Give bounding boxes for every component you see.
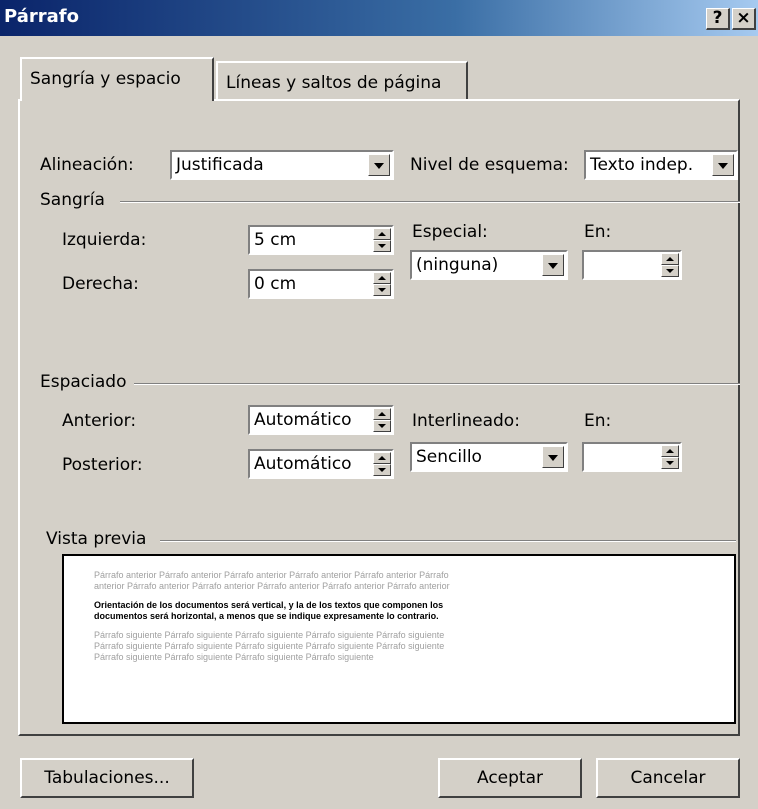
spacing-after-spinner[interactable] <box>373 452 391 476</box>
tab-indent-spacing[interactable]: Sangría y espacio <box>20 57 214 101</box>
spin-up-icon[interactable] <box>661 445 679 457</box>
alignment-label: Alineación: <box>40 155 134 175</box>
title-bar[interactable]: Párrafo ? × <box>0 0 758 36</box>
line-spacing-select[interactable]: Sencillo <box>410 442 568 472</box>
indent-group-label: Sangría <box>40 190 105 210</box>
indent-right-field[interactable]: 0 cm <box>248 269 394 299</box>
spin-down-icon[interactable] <box>661 457 679 469</box>
outline-level-label: Nivel de esquema: <box>410 155 569 175</box>
preview-next-paragraph: Párrafo siguiente Párrafo siguiente Párr… <box>94 630 694 663</box>
spin-up-icon[interactable] <box>661 253 679 265</box>
indent-left-spinner[interactable] <box>373 228 391 252</box>
spacing-before-label: Anterior: <box>62 411 137 431</box>
chevron-down-icon[interactable] <box>542 254 564 276</box>
preview-text-line: Párrafo siguiente Párrafo siguiente Párr… <box>94 630 445 640</box>
indent-by-spinner[interactable] <box>661 253 679 277</box>
tab-lines-page-breaks[interactable]: Líneas y saltos de página <box>216 61 468 101</box>
preview-current-paragraph: Orientación de los documentos será verti… <box>94 600 694 622</box>
spacing-after-field[interactable]: Automático <box>248 449 394 479</box>
spacing-after-label: Posterior: <box>62 455 143 475</box>
outline-level-value: Texto indep. <box>590 155 694 175</box>
indent-left-field[interactable]: 5 cm <box>248 225 394 255</box>
preview-previous-paragraph: Párrafo anterior Párrafo anterior Párraf… <box>94 570 694 592</box>
spacing-group-divider <box>134 383 740 385</box>
tabs-button[interactable]: Tabulaciones... <box>20 758 194 798</box>
spin-up-icon[interactable] <box>373 408 391 420</box>
spin-up-icon[interactable] <box>373 228 391 240</box>
preview-box: Párrafo anterior Párrafo anterior Párraf… <box>62 554 736 724</box>
special-label: Especial: <box>412 222 488 242</box>
alignment-select[interactable]: Justificada <box>170 150 394 180</box>
line-spacing-at-label: En: <box>584 411 612 431</box>
preview-text-line: Párrafo anterior Párrafo anterior Párraf… <box>94 570 449 580</box>
indent-left-label: Izquierda: <box>62 230 147 250</box>
alignment-value: Justificada <box>176 155 264 175</box>
line-spacing-at-field[interactable] <box>582 442 682 472</box>
chevron-down-icon[interactable] <box>712 154 734 176</box>
spin-down-icon[interactable] <box>373 464 391 476</box>
indent-by-field[interactable] <box>582 250 682 280</box>
ok-button[interactable]: Aceptar <box>438 758 582 798</box>
special-select[interactable]: (ninguna) <box>410 250 568 280</box>
help-button[interactable]: ? <box>706 8 730 30</box>
line-spacing-value: Sencillo <box>416 447 482 467</box>
preview-text-line: Párrafo siguiente Párrafo siguiente Párr… <box>94 652 374 662</box>
close-button[interactable]: × <box>732 8 756 30</box>
spacing-after-value: Automático <box>254 454 352 474</box>
preview-group-label: Vista previa <box>46 529 147 549</box>
tab-indent-spacing-label: Sangría y espacio <box>30 69 181 89</box>
preview-text-line: anterior Párrafo anterior Párrafo anteri… <box>94 581 450 591</box>
line-spacing-label: Interlineado: <box>412 411 520 431</box>
spin-down-icon[interactable] <box>661 265 679 277</box>
preview-text-line: Orientación de los documentos será verti… <box>94 600 444 610</box>
preview-text-line: Párrafo siguiente Párrafo siguiente Párr… <box>94 641 445 651</box>
spacing-group-label: Espaciado <box>40 372 127 392</box>
indent-right-spinner[interactable] <box>373 272 391 296</box>
indent-group-divider <box>120 201 740 203</box>
special-value: (ninguna) <box>416 255 499 275</box>
chevron-down-icon[interactable] <box>542 446 564 468</box>
spacing-before-field[interactable]: Automático <box>248 405 394 435</box>
spin-up-icon[interactable] <box>373 452 391 464</box>
spin-up-icon[interactable] <box>373 272 391 284</box>
spin-down-icon[interactable] <box>373 284 391 296</box>
preview-group-divider <box>160 540 736 542</box>
paragraph-dialog: Párrafo ? × Sangría y espacio Líneas y s… <box>0 0 758 809</box>
spacing-before-spinner[interactable] <box>373 408 391 432</box>
preview-text-line: documentos será horizontal, a menos que … <box>94 611 439 621</box>
spin-down-icon[interactable] <box>373 420 391 432</box>
line-spacing-at-spinner[interactable] <box>661 445 679 469</box>
indent-by-label: En: <box>584 222 612 242</box>
cancel-button[interactable]: Cancelar <box>596 758 740 798</box>
chevron-down-icon[interactable] <box>368 154 390 176</box>
outline-level-select[interactable]: Texto indep. <box>584 150 738 180</box>
dialog-title: Párrafo <box>4 6 79 27</box>
spin-down-icon[interactable] <box>373 240 391 252</box>
indent-left-value: 5 cm <box>254 230 297 250</box>
tab-lines-page-breaks-label: Líneas y saltos de página <box>226 73 442 93</box>
indent-right-label: Derecha: <box>62 274 139 294</box>
spacing-before-value: Automático <box>254 410 352 430</box>
indent-right-value: 0 cm <box>254 274 297 294</box>
